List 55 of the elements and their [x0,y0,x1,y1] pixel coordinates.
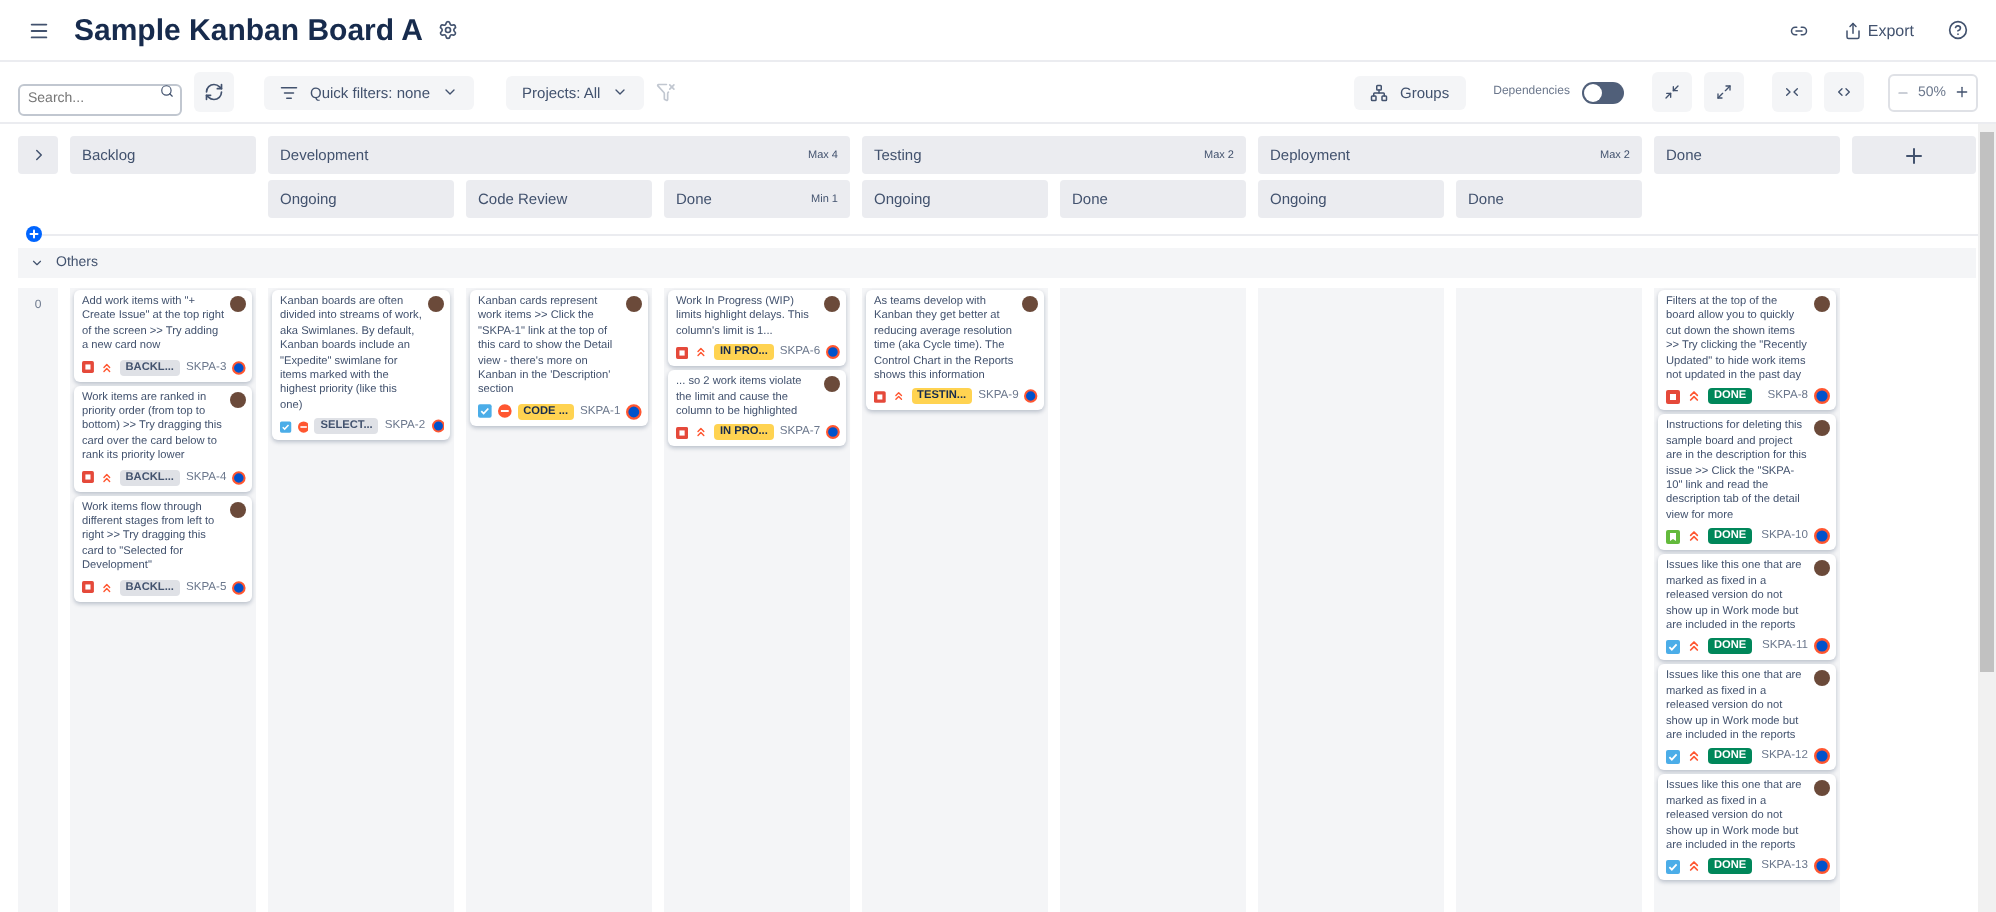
avatar-icon [230,501,246,518]
export-button[interactable]: Export [1835,10,1922,50]
search-icon [160,84,174,98]
project-icon [1814,528,1830,545]
link-icon [1790,21,1809,39]
avatar-icon [626,296,642,312]
project-icon [431,418,444,435]
dependencies-toggle[interactable] [1581,81,1624,103]
project-icon [232,359,246,376]
expand-icon [1715,84,1732,100]
collapse-button[interactable] [1651,72,1692,112]
avatar-icon [1814,420,1830,437]
avatar-icon [1814,560,1830,577]
project-icon [1024,388,1038,405]
collapse-icon [1663,84,1680,100]
expand-button[interactable] [1703,72,1744,112]
plus-icon [28,228,40,240]
avatar-icon [1814,296,1830,312]
avatar-icon [428,296,444,312]
project-icon [1814,388,1830,405]
chevron-down-icon [442,84,459,100]
project-icon [626,403,642,420]
avatar-icon [1814,780,1830,797]
project-icon [826,424,840,441]
narrow-button[interactable] [1771,72,1812,112]
filter-icon [280,83,298,101]
avatar-icon [230,391,246,408]
plus-icon[interactable] [1954,84,1970,100]
project-icon [826,344,840,361]
hierarchy-icon [1370,83,1388,101]
issue-card[interactable] [272,290,450,441]
avatar-icon [824,296,840,312]
scrollbar-thumb[interactable] [1980,132,1994,672]
plus-icon [1902,143,1926,167]
project-icon [232,579,246,596]
project-icon [232,469,246,486]
board-title: Sample Kanban Board A [74,13,423,47]
narrow-icon [1783,84,1800,100]
avatar-icon [1814,670,1830,687]
refresh-icon [204,82,224,102]
help-icon [1948,20,1968,40]
scrollbar[interactable] [1978,124,1996,912]
refresh-button[interactable] [194,72,234,112]
settings-icon[interactable] [438,20,459,40]
widen-icon [1835,84,1852,100]
upload-icon [1843,21,1862,39]
project-icon [1814,638,1830,655]
avatar-icon [1022,296,1038,312]
menu-icon [27,19,49,41]
chevron-down-icon [612,84,629,100]
add-lane-button[interactable] [26,226,42,242]
project-icon [1814,748,1830,765]
avatar-icon [230,296,246,312]
avatar-icon [824,376,840,393]
project-icon [1814,858,1830,875]
